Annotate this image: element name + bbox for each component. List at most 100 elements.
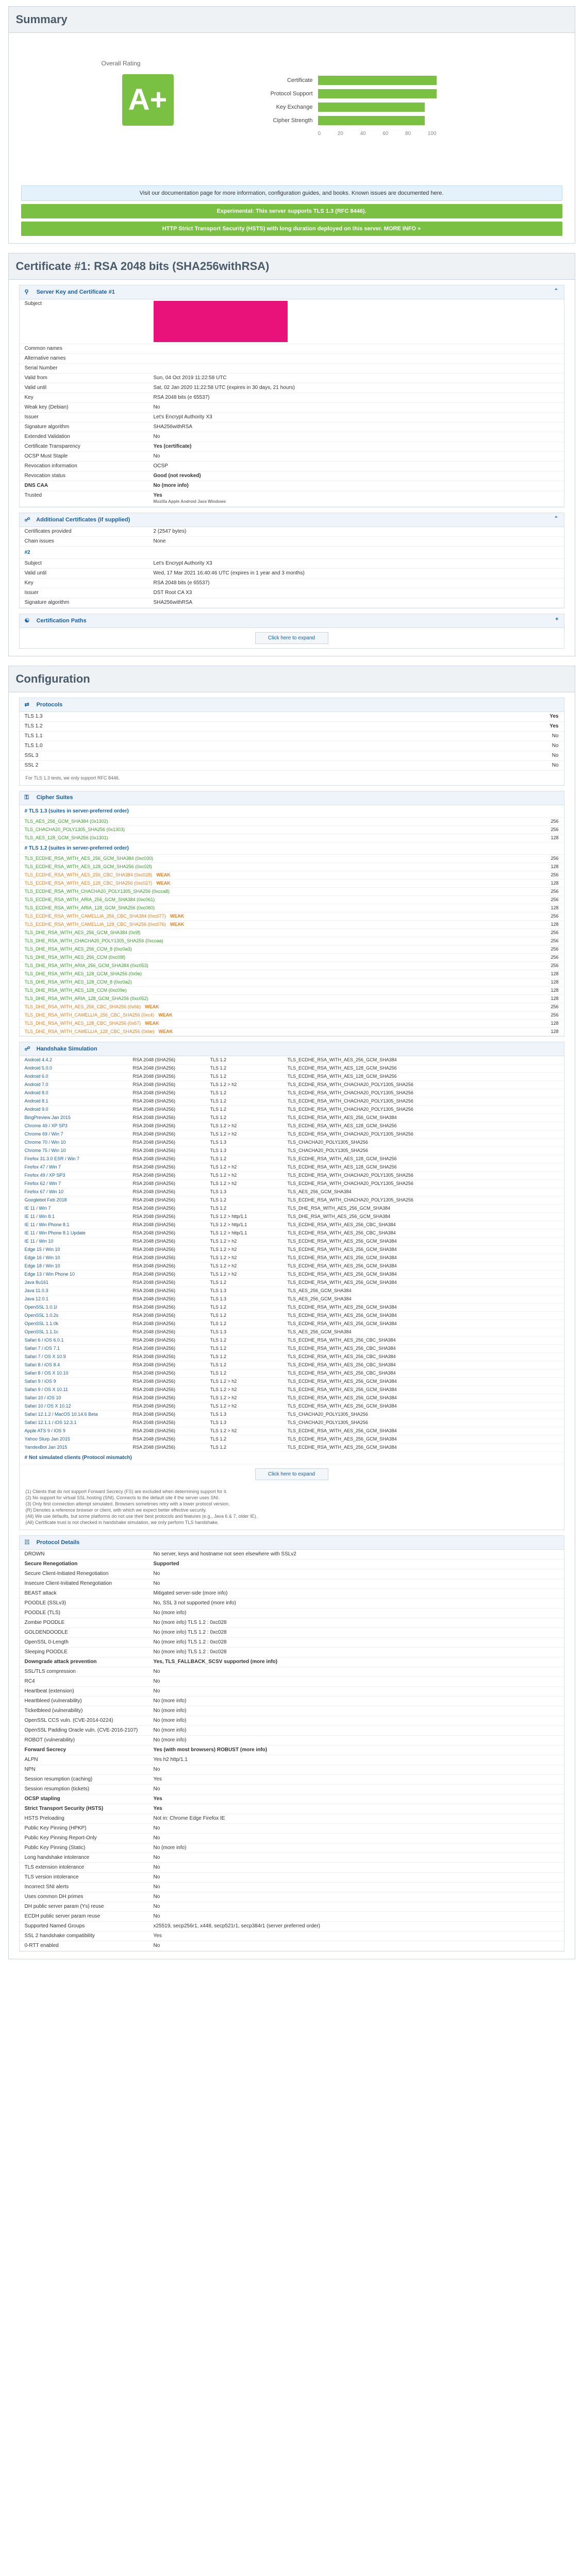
hsts-note[interactable]: HTTP Strict Transport Security (HSTS) wi… [21,222,562,236]
handshake-client[interactable]: Firefox 47 / Win 7 [19,1163,128,1172]
handshake-client[interactable]: Edge 16 / Win 10 [19,1253,128,1262]
handshake-protocol: TLS 1.3 [205,1295,282,1303]
handshake-client[interactable]: IE 11 / Win Phone 8.1 [19,1221,128,1229]
protocol-detail-row-key: ECDH public server param reuse [19,1911,148,1922]
handshake-client[interactable]: Java 12.0.1 [19,1295,128,1303]
handshake-client[interactable]: Android 5.0.0 [19,1064,128,1073]
handshake-client[interactable]: Safari 10 / iOS 10 [19,1394,128,1402]
expand-icon[interactable]: + [555,616,558,622]
handshake-client[interactable]: Firefox 62 / Win 7 [19,1179,128,1188]
handshake-client[interactable]: Chrome 49 / XP SP3 [19,1122,128,1130]
handshake-client[interactable]: YandexBot Jan 2015 [19,1443,128,1452]
handshake-row: Yahoo Slurp Jan 2015 RSA 2048 (SHA256) TLS… [19,1435,564,1444]
additional-cert-row-value: 2 (2547 bytes) [148,527,564,537]
handshake-key: RSA 2048 (SHA256) [127,1361,205,1369]
rating-bar-row: Cipher Strength [215,114,442,128]
cert-row: Certificate Transparency Yes (certificate… [19,442,564,452]
handshake-client[interactable]: Safari 8 / iOS 8.4 [19,1361,128,1369]
handshake-client[interactable]: IE 11 / Win 10 [19,1237,128,1246]
server-key-header[interactable]: ⚲ Server Key and Certificate #1 ⌃ [19,285,564,299]
protocol-detail-row-value: No (more info) [148,1843,564,1853]
handshake-client[interactable]: Safari 12.1.1 / iOS 12.3.1 [19,1418,128,1427]
handshake-row: BingPreview Jan 2015 RSA 2048 (SHA256) TLS… [19,1113,564,1122]
cert-paths-header[interactable]: ☯ Certification Paths + [19,614,564,628]
not-simulated-label[interactable]: # Not simulated clients (Protocol mismat… [19,1452,564,1464]
additional-certs-header[interactable]: ☍ Additional Certificates (if supplied) … [19,513,564,527]
chain-row: Key RSA 2048 bits (e 65537) [19,578,564,588]
tls12-suites-label[interactable]: # TLS 1.2 (suites in server-preferred or… [19,842,564,855]
protocol-details-header[interactable]: ☷ Protocol Details [19,1536,564,1550]
handshake-client[interactable]: Firefox 67 / Win 10 [19,1188,128,1196]
handshake-client[interactable]: Googlebot Feb 2018 [19,1196,128,1205]
handshake-client[interactable]: Chrome 69 / Win 7 [19,1130,128,1139]
collapse-icon[interactable]: ⌃ [554,515,558,522]
handshake-client[interactable]: IE 11 / Win Phone 8.1 Update [19,1229,128,1238]
handshake-client[interactable]: Safari 9 / OS X 10.11 [19,1385,128,1394]
handshake-row: Java 11.0.3 RSA 2048 (SHA256) TLS 1.3 TLS_A… [19,1286,564,1295]
handshake-expand-button[interactable]: Click here to expand [255,1468,328,1480]
protocol-detail-row-key: Uses common DH primes [19,1892,148,1902]
cipher-suite-bits: 256 [532,855,564,863]
handshake-row: OpenSSL 1.1.1c RSA 2048 (SHA256) TLS 1.3 TL… [19,1328,564,1336]
protocol-detail-row-value: No (more info) [148,1706,564,1716]
handshake-client[interactable]: Android 4.4.2 [19,1056,128,1064]
handshake-client[interactable]: Safari 12.1.2 / MacOS 10.14.6 Beta [19,1410,128,1419]
handshake-protocol: TLS 1.2 [205,1443,282,1452]
documentation-note[interactable]: Visit our documentation page for more in… [21,185,562,201]
handshake-client[interactable]: Firefox 49 / XP SP3 [19,1171,128,1180]
handshake-client[interactable]: Safari 7 / OS X 10.9 [19,1352,128,1361]
handshake-client[interactable]: Java 11.0.3 [19,1286,128,1295]
handshake-client[interactable]: Android 8.1 [19,1097,128,1106]
handshake-client[interactable]: Android 9.0 [19,1105,128,1114]
protocol-name: TLS 1.2 [19,721,148,732]
cipher-suite-name: TLS_ECDHE_RSA_WITH_ARIA_256_GCM_SHA384 (… [19,895,533,904]
cipher-suites-title: Cipher Suites [36,794,73,801]
protocol-detail-row-value: Yes [148,1774,564,1785]
cert-row: OCSP Must Staple No [19,451,564,462]
tls13-suites-label[interactable]: # TLS 1.3 (suites in server-preferred or… [19,805,564,818]
handshake-client[interactable]: Safari 6 / iOS 6.0.1 [19,1336,128,1345]
handshake-key: RSA 2048 (SHA256) [127,1369,205,1378]
cipher-suite-name: TLS_ECDHE_RSA_WITH_AES_256_CBC_SHA384 (0… [19,871,533,879]
handshake-client[interactable]: Safari 10 / OS X 10.12 [19,1402,128,1411]
handshake-client[interactable]: OpenSSL 1.0.2s [19,1311,128,1320]
handshake-client[interactable]: OpenSSL 1.1.1c [19,1328,128,1336]
protocols-header[interactable]: ⇄ Protocols [19,698,564,712]
handshake-client[interactable]: BingPreview Jan 2015 [19,1113,128,1122]
handshake-header[interactable]: ☍ Handshake Simulation [19,1042,564,1056]
handshake-client[interactable]: Safari 7 / iOS 7.1 [19,1344,128,1353]
handshake-client[interactable]: Edge 15 / Win 10 [19,1245,128,1254]
handshake-suite: TLS_ECDHE_RSA_WITH_AES_256_GCM_SHA384 [282,1435,564,1444]
handshake-client[interactable]: Java 8u161 [19,1278,128,1287]
cert-paths-expand-button[interactable]: Click here to expand [255,632,328,644]
handshake-client[interactable]: Yahoo Slurp Jan 2015 [19,1435,128,1444]
cert-row: Extended Validation No [19,432,564,442]
handshake-client[interactable]: Apple ATS 9 / iOS 9 [19,1427,128,1435]
handshake-client[interactable]: Edge 18 / Win 10 [19,1262,128,1270]
handshake-client[interactable]: Safari 9 / iOS 9 [19,1377,128,1386]
chain-row-key: Signature algorithm [19,598,148,608]
handshake-row: Android 8.0 RSA 2048 (SHA256) TLS 1.2 TLS_E… [19,1089,564,1097]
handshake-client[interactable]: Firefox 31.3.0 ESR / Win 7 [19,1155,128,1163]
handshake-client[interactable]: Android 7.0 [19,1080,128,1089]
handshake-client[interactable]: Chrome 75 / Win 10 [19,1146,128,1155]
handshake-client[interactable]: OpenSSL 1.0.1l [19,1303,128,1312]
handshake-client[interactable]: Chrome 70 / Win 10 [19,1138,128,1147]
handshake-key: RSA 2048 (SHA256) [127,1377,205,1386]
protocols-title: Protocols [36,702,63,708]
handshake-suite: TLS_CHACHA20_POLY1305_SHA256 [282,1418,564,1427]
handshake-client[interactable]: Edge 13 / Win Phone 10 [19,1270,128,1279]
summary-title: Summary [8,7,575,33]
collapse-icon[interactable]: ⌃ [554,287,558,294]
handshake-client[interactable]: OpenSSL 1.1.0k [19,1319,128,1328]
handshake-suite: TLS_DHE_RSA_WITH_AES_256_GCM_SHA384 [282,1212,564,1221]
certificate-block: Certificate #1: RSA 2048 bits (SHA256wit… [8,253,575,656]
handshake-client[interactable]: Android 6.0 [19,1072,128,1081]
cipher-suites-header[interactable]: ⚿ Cipher Suites [19,791,564,805]
handshake-protocol: TLS 1.2 [205,1105,282,1114]
handshake-suite: TLS_ECDHE_RSA_WITH_AES_128_GCM_SHA256 [282,1072,564,1081]
handshake-client[interactable]: Safari 8 / OS X 10.10 [19,1369,128,1378]
handshake-client[interactable]: IE 11 / Win 8.1 [19,1212,128,1221]
handshake-client[interactable]: IE 11 / Win 7 [19,1204,128,1213]
handshake-client[interactable]: Android 8.0 [19,1089,128,1097]
